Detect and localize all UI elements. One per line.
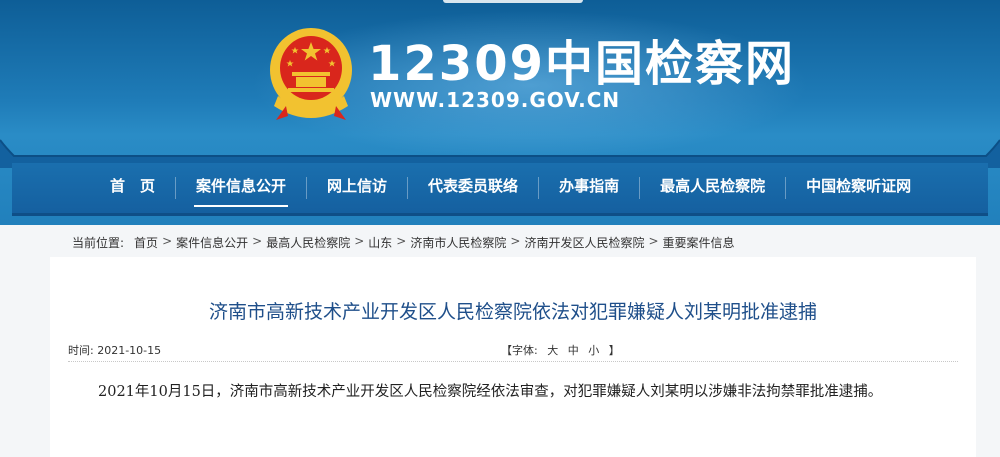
breadcrumb-arrow-icon: > — [510, 234, 521, 248]
breadcrumb-item[interactable]: 重要案件信息 — [663, 234, 735, 251]
breadcrumb: 当前位置: 首页 > 案件信息公开 > 最高人民检察院 > 山东 > 济南市人民检察院 > 济南开发区… — [72, 234, 739, 251]
breadcrumb-item[interactable]: 山东 — [368, 234, 392, 251]
breadcrumb-item[interactable]: 最高人民检察院 — [266, 234, 350, 251]
breadcrumb-arrow-icon: > — [354, 234, 365, 248]
roof-decoration — [0, 139, 1000, 168]
font-size-medium-button[interactable]: 中 — [568, 344, 579, 357]
breadcrumb-arrow-icon: > — [252, 234, 263, 248]
nav-home[interactable]: 首 页 — [90, 163, 175, 213]
top-tab-strip — [443, 0, 583, 3]
national-emblem-icon — [270, 28, 352, 120]
article-body: 2021年10月15日，济南市高新技术产业开发区人民检察院经依法审查，对犯罪嫌疑… — [98, 384, 883, 400]
breadcrumb-item[interactable]: 案件信息公开 — [176, 234, 248, 251]
font-size-label: 【字体: — [501, 344, 538, 357]
nav-supreme-procuratorate[interactable]: 最高人民检察院 — [640, 163, 785, 213]
font-size-close: 】 — [608, 344, 620, 357]
nav-online-petition[interactable]: 网上信访 — [307, 163, 407, 213]
article-date: 时间: 2021-10-15 — [68, 344, 162, 357]
site-title[interactable]: 12309中国检察网 — [368, 36, 795, 92]
article-panel: 济南市高新技术产业开发区人民检察院依法对犯罪嫌疑人刘某明批准逮捕 时间: 202… — [50, 257, 976, 457]
breadcrumb-arrow-icon: > — [162, 234, 173, 248]
breadcrumb-arrow-icon: > — [648, 234, 659, 248]
font-size-large-button[interactable]: 大 — [547, 344, 558, 357]
site-url[interactable]: WWW.12309.GOV.CN — [370, 88, 620, 112]
nav-service-guide[interactable]: 办事指南 — [539, 163, 639, 213]
article-meta: 时间: 2021-10-15 【字体: 大 中 小 】 — [68, 341, 958, 362]
nav-deputy-liaison[interactable]: 代表委员联络 — [408, 163, 538, 213]
main-nav: 首 页案件信息公开 网上信访 代表委员联络 办事指南 最高人民检察院 中国检察听证网 — [12, 163, 988, 216]
breadcrumb-prefix: 当前位置: — [72, 236, 125, 250]
article-title: 济南市高新技术产业开发区人民检察院依法对犯罪嫌疑人刘某明批准逮捕 — [208, 301, 817, 323]
breadcrumb-arrow-icon: > — [396, 234, 407, 248]
font-size-small-button[interactable]: 小 — [588, 344, 599, 357]
breadcrumb-item[interactable]: 首页 — [134, 234, 158, 251]
nav-hearing-network[interactable]: 中国检察听证网 — [786, 163, 931, 213]
breadcrumb-item[interactable]: 济南市人民检察院 — [410, 234, 506, 251]
breadcrumb-item[interactable]: 济南开发区人民检察院 — [524, 234, 644, 251]
nav-case-info[interactable]: 案件信息公开 — [176, 163, 306, 213]
font-size-switcher: 【字体: 大 中 小 】 — [498, 342, 623, 358]
